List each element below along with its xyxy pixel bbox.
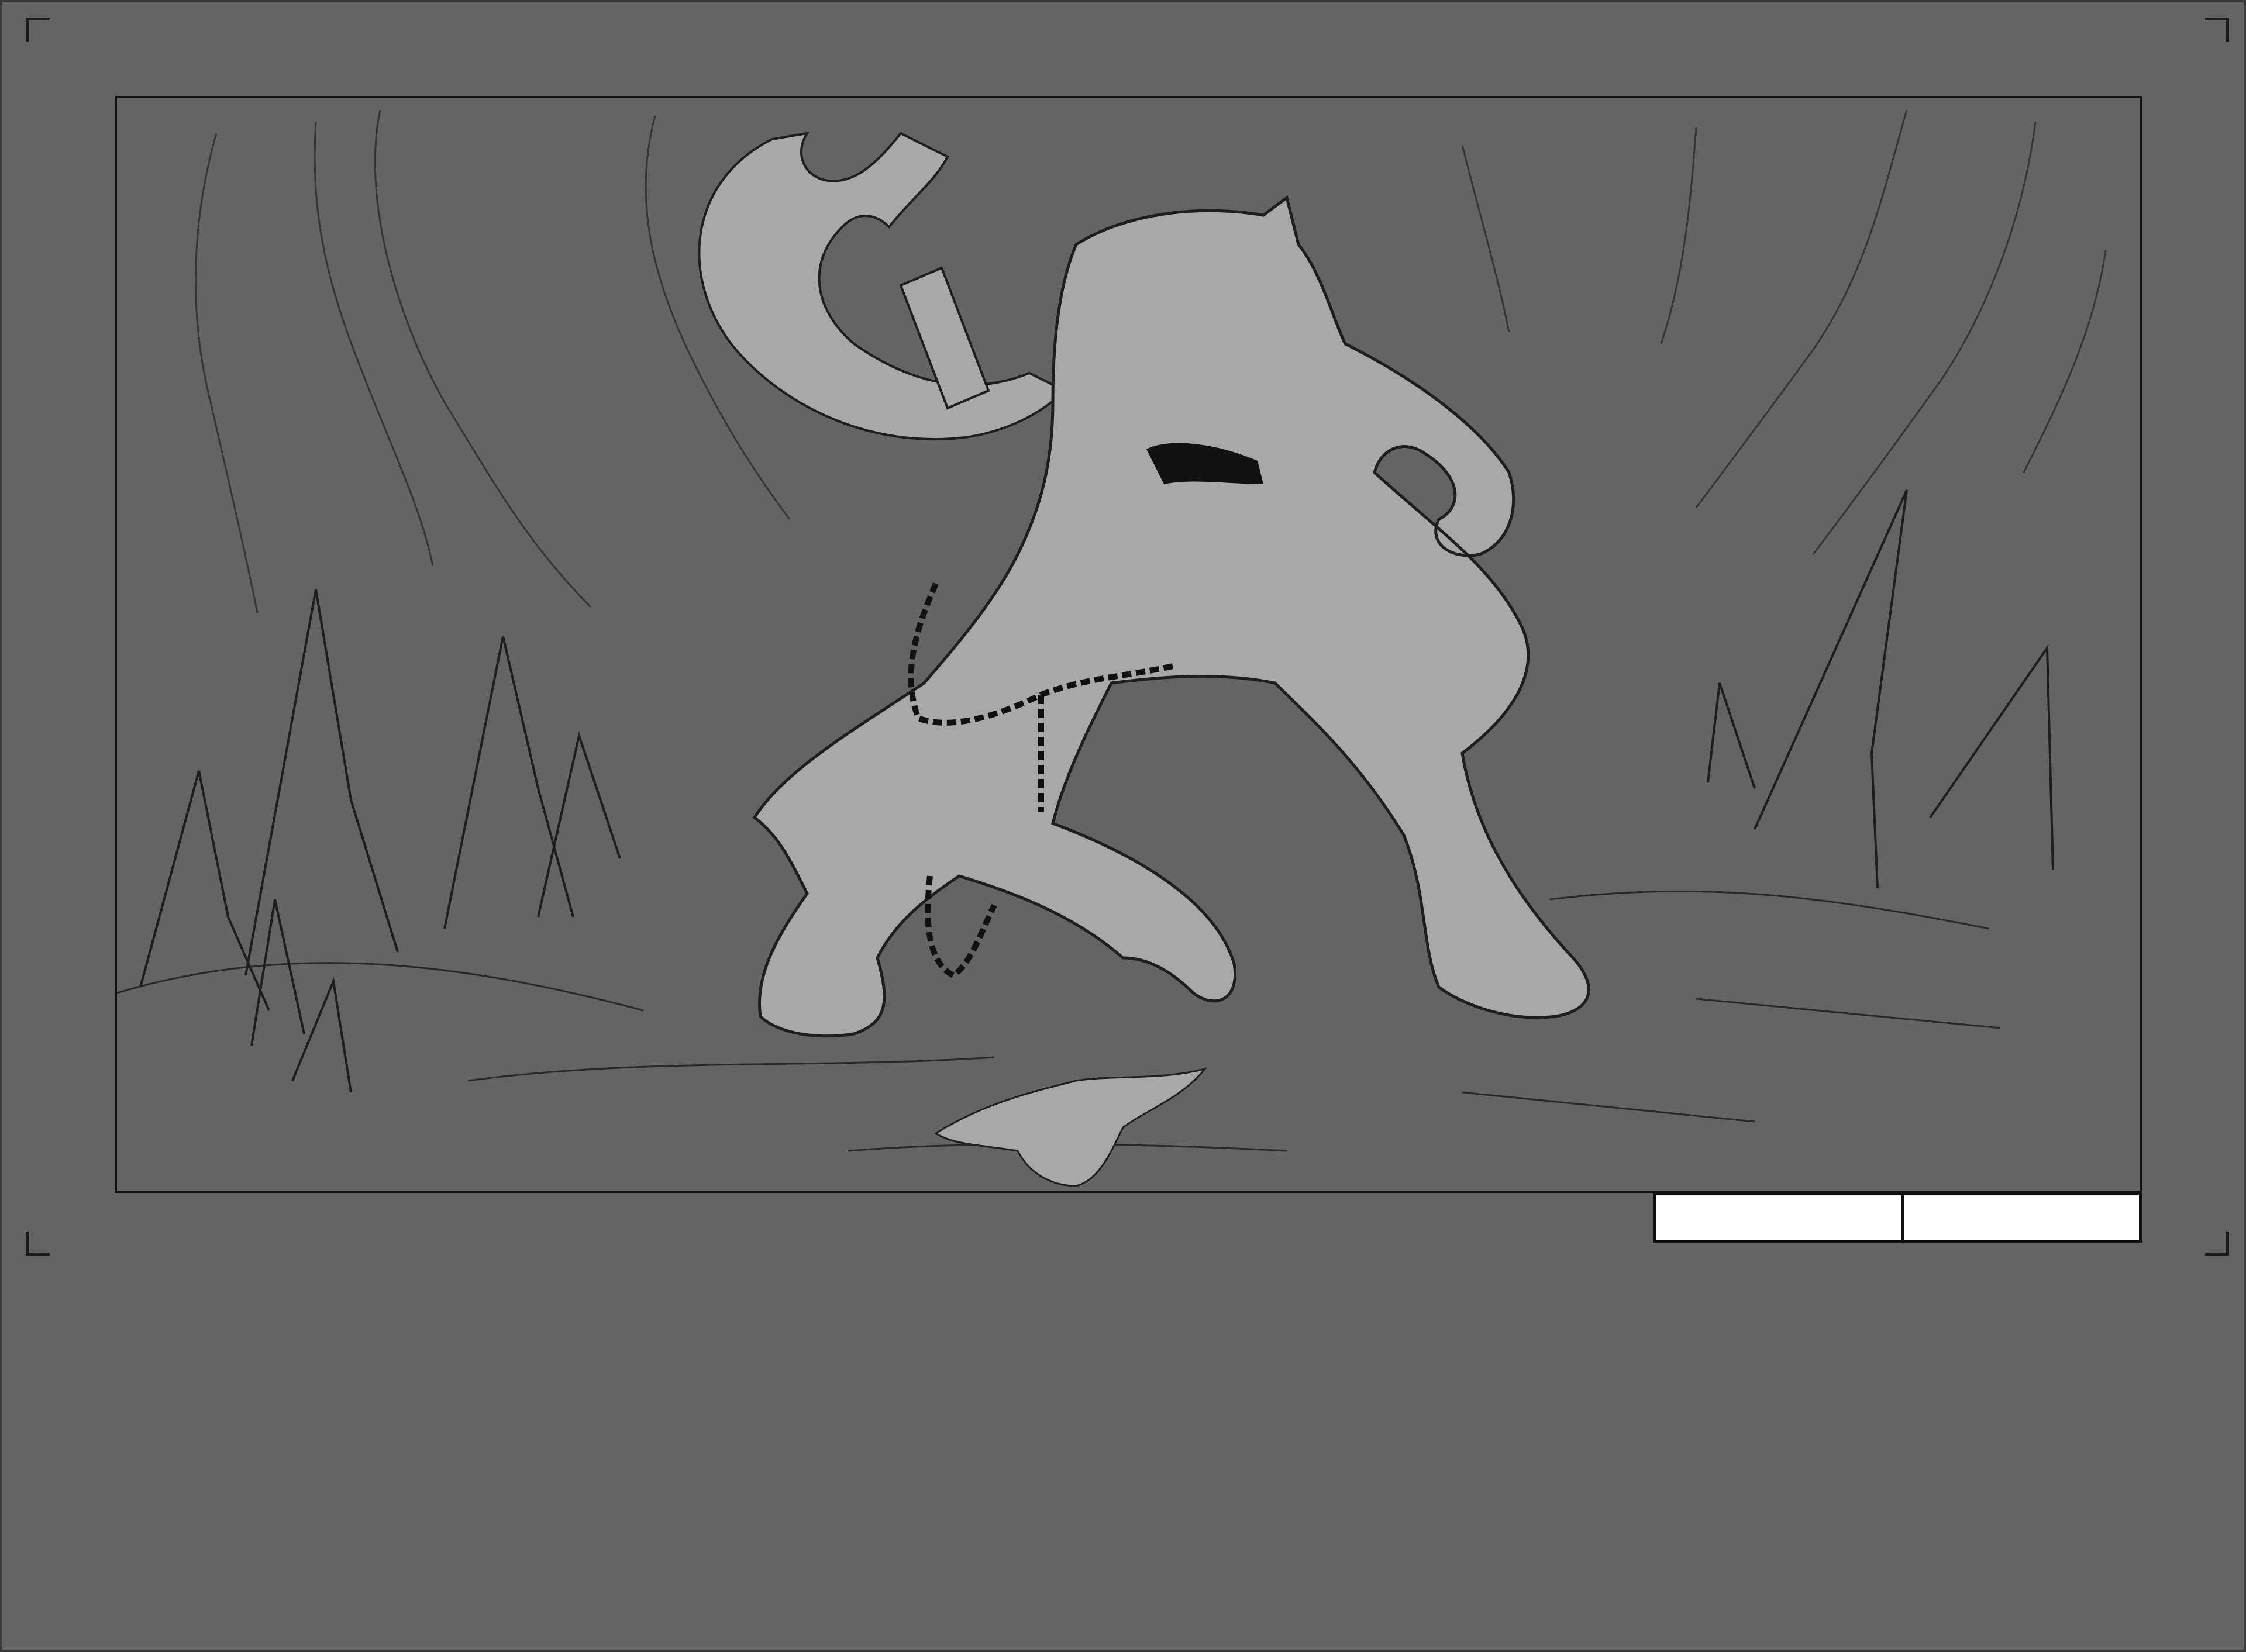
storyboard-panel (115, 96, 2142, 1193)
hooded-figure (752, 195, 1590, 1038)
shot-number-value (1904, 1195, 2139, 1216)
shot-number-field[interactable] (1901, 1192, 2142, 1243)
flowing-scarf (698, 132, 1067, 441)
scene-number-value (1656, 1195, 1901, 1216)
ground-handprint (934, 1067, 1207, 1187)
sketch-illustration (117, 109, 2107, 1187)
crop-mark-bottom-left (26, 1232, 50, 1256)
crop-mark-top-right (2205, 18, 2229, 42)
scene-number-field[interactable] (1653, 1192, 1904, 1243)
storyboard-sheet (0, 0, 2246, 1652)
crop-mark-top-left (26, 18, 50, 42)
crop-mark-bottom-right (2205, 1232, 2229, 1256)
